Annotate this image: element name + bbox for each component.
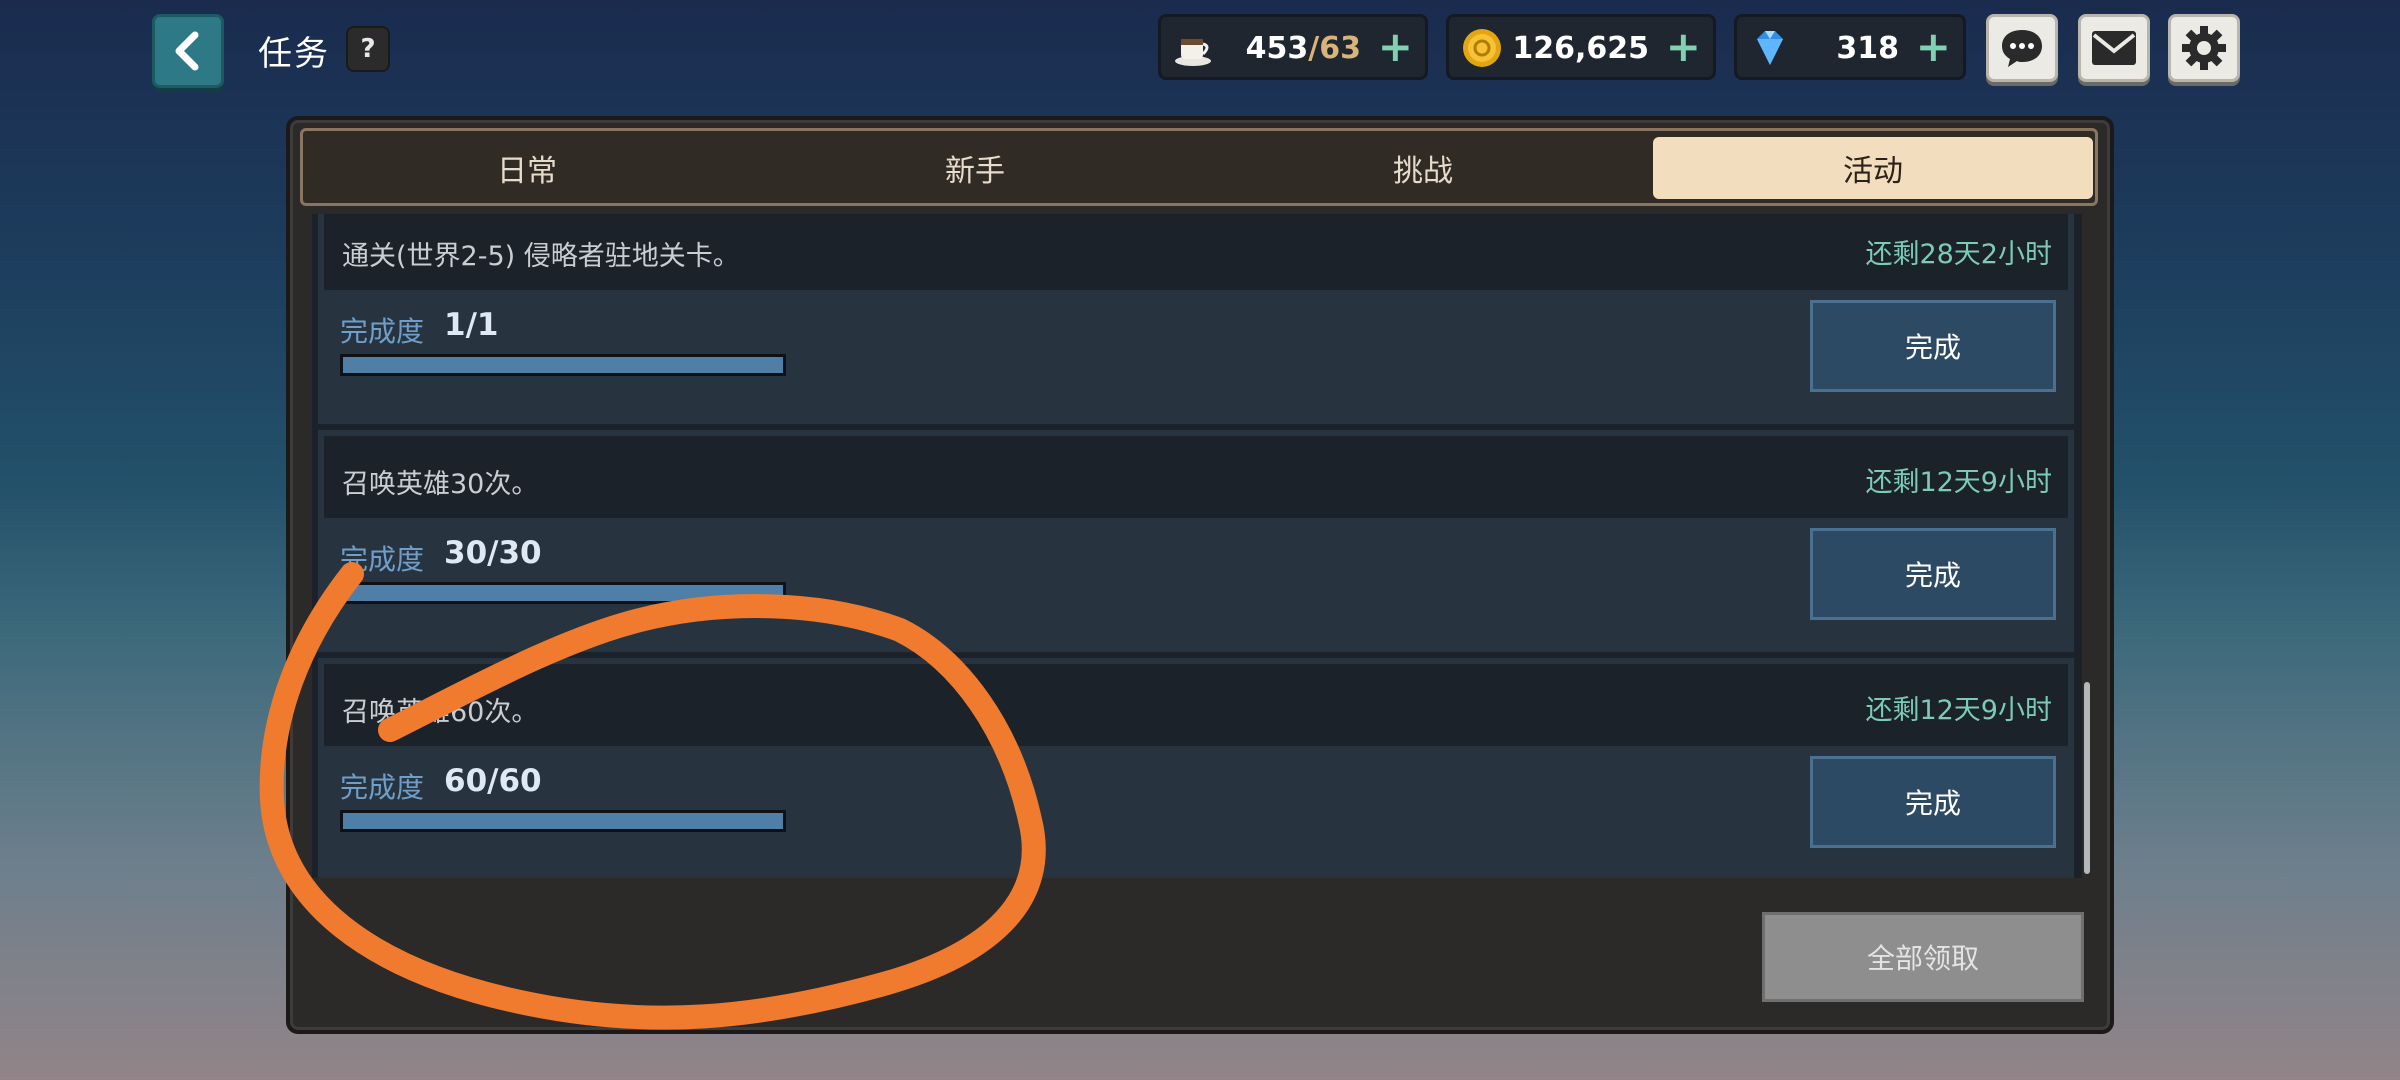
coffee-cup-icon [1175,39,1211,66]
chat-bubble-icon [2002,30,2042,67]
task-header: 通关(世界2-5) 侵略者驻地关卡。 还剩28天2小时 [324,214,2068,290]
task-time-remaining: 还剩12天9小时 [1865,695,2052,726]
add-gem-button[interactable]: + [1916,23,1951,71]
page-title: 任务 [258,34,330,74]
progress-label: 完成度 [340,771,425,804]
scrollbar[interactable] [2084,682,2090,874]
mail-button[interactable] [2078,14,2150,82]
stamina-counter: 453/63 + [1158,14,1428,80]
gold-value: 126,625 [1512,31,1649,66]
progress-label: 完成度 [340,315,425,348]
progress-fill [343,357,783,373]
gold-coin-icon [1463,29,1501,67]
tab-bar: 日常 新手 挑战 活动 [300,128,2098,206]
task-description: 召唤英雄60次。 [342,697,539,728]
tab-beginner[interactable]: 新手 [755,137,1195,199]
gold-counter: 126,625 + [1446,14,1716,80]
task-item: 召唤英雄30次。 还剩12天9小时 完成度 30/30 完成 [316,428,2076,654]
tab-challenge[interactable]: 挑战 [1203,137,1643,199]
stamina-current: 453 [1245,31,1309,66]
gem-counter: 318 + [1734,14,1966,80]
gem-value: 318 [1836,31,1899,66]
add-stamina-button[interactable]: + [1378,23,1413,71]
progress-fill [343,813,783,829]
gear-icon [2182,26,2226,70]
complete-button[interactable]: 完成 [1810,756,2056,848]
back-button[interactable] [152,14,224,88]
tab-event[interactable]: 活动 [1653,137,2093,199]
settings-button[interactable] [2168,14,2240,82]
complete-button[interactable]: 完成 [1810,300,2056,392]
task-time-remaining: 还剩12天9小时 [1865,467,2052,498]
task-list[interactable]: 通关(世界2-5) 侵略者驻地关卡。 还剩28天2小时 完成度 1/1 完成 召… [312,214,2082,878]
chevron-left-icon [175,31,199,71]
progress-value: 30/30 [444,535,542,571]
add-gold-button[interactable]: + [1666,23,1701,71]
progress-value: 1/1 [444,307,499,343]
progress-bar [340,582,786,604]
task-description: 通关(世界2-5) 侵略者驻地关卡。 [342,241,740,272]
task-description: 召唤英雄30次。 [342,469,539,500]
envelope-icon [2092,31,2136,65]
complete-button[interactable]: 完成 [1810,528,2056,620]
task-item: 通关(世界2-5) 侵略者驻地关卡。 还剩28天2小时 完成度 1/1 完成 [316,214,2076,426]
progress-value: 60/60 [444,763,542,799]
help-button[interactable]: ? [346,26,390,72]
stamina-max: /63 [1308,31,1361,66]
progress-label: 完成度 [340,543,425,576]
progress-bar [340,810,786,832]
task-item: 召唤英雄60次。 还剩12天9小时 完成度 60/60 完成 [316,656,2076,878]
diamond-icon [1757,31,1783,65]
task-header: 召唤英雄30次。 还剩12天9小时 [324,436,2068,518]
claim-all-button[interactable]: 全部领取 [1762,912,2084,1002]
progress-bar [340,354,786,376]
tab-daily[interactable]: 日常 [307,137,747,199]
task-header: 召唤英雄60次。 还剩12天9小时 [324,664,2068,746]
task-time-remaining: 还剩28天2小时 [1865,239,2052,270]
progress-fill [343,585,783,601]
chat-button[interactable] [1986,14,2058,82]
